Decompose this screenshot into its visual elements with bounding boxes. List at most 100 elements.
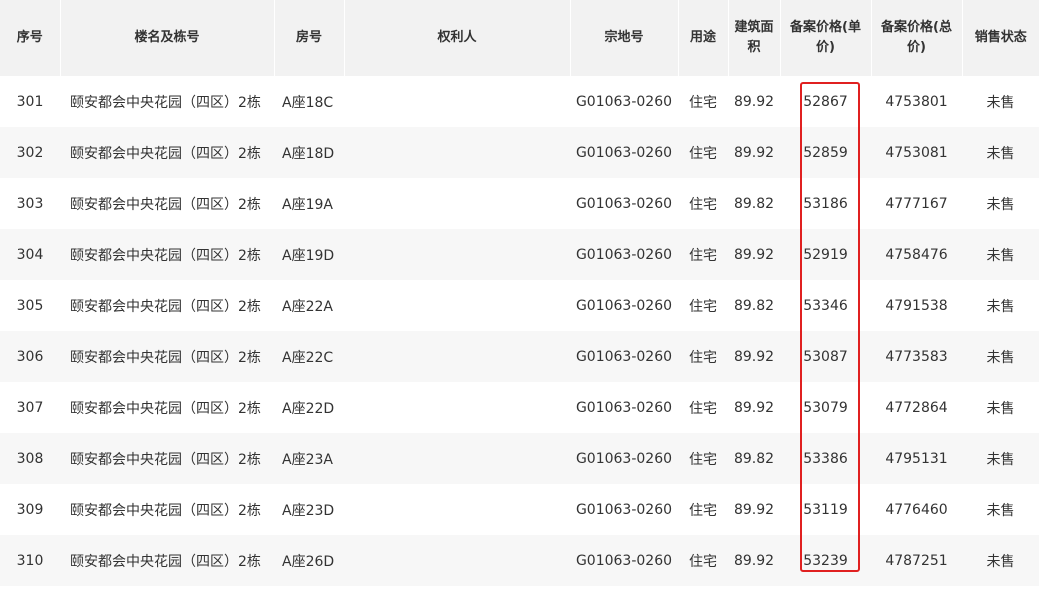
cell-total-price: 4773583 xyxy=(871,331,962,382)
cell-usage: 住宅 xyxy=(689,94,717,111)
cell-total-price: 4795131 xyxy=(871,433,962,484)
cell-area: 89.92 xyxy=(728,127,780,178)
cell-area: 89.92 xyxy=(733,93,775,110)
cell-building: 颐安都会中央花园（四区）2栋 xyxy=(60,331,274,382)
cell-area: 89.92 xyxy=(728,535,780,586)
cell-parcel: G01063-0260 xyxy=(575,399,673,416)
table-row: 304 颐安都会中央花园（四区）2栋 A座19D G01063-0260 住宅 89.92… xyxy=(0,229,1039,280)
cell-room: A座18D xyxy=(274,127,344,178)
cell-owner xyxy=(344,76,570,127)
cell-building: 颐安都会中央花园（四区）2栋 xyxy=(60,127,274,178)
cell-owner xyxy=(344,178,570,229)
cell-total-price: 4791538 xyxy=(885,297,948,314)
cell-owner xyxy=(344,229,570,280)
cell-owner xyxy=(344,280,570,331)
cell-area: 89.92 xyxy=(733,399,775,416)
cell-parcel: G01063-0260 xyxy=(570,331,678,382)
table-row: 308 颐安都会中央花园（四区）2栋 A座23A G01063-0260 住宅 89.82… xyxy=(0,433,1039,484)
header-area: 建筑面积 xyxy=(728,0,781,76)
cell-owner xyxy=(344,433,570,484)
cell-seq: 307 xyxy=(16,399,44,416)
cell-area: 89.82 xyxy=(733,297,775,314)
cell-usage: 住宅 xyxy=(689,400,717,417)
cell-building: 颐安都会中央花园（四区）2栋 xyxy=(70,298,261,315)
cell-seq: 303 xyxy=(16,195,44,212)
table-row: 301 颐安都会中央花园（四区）2栋 A座18C G01063-0260 住宅 89.92… xyxy=(0,76,1039,127)
cell-total-price: 4777167 xyxy=(885,195,948,212)
cell-unit-price: 52919 xyxy=(780,229,871,280)
cell-room: A座19A xyxy=(282,196,333,213)
cell-area: 89.92 xyxy=(733,501,775,518)
cell-room: A座23A xyxy=(274,433,344,484)
table-row: 310 颐安都会中央花园（四区）2栋 A座26D G01063-0260 住宅 89.92… xyxy=(0,535,1039,586)
table-row: 307 颐安都会中央花园（四区）2栋 A座22D G01063-0260 住宅 89.92… xyxy=(0,382,1039,433)
cell-total-price: 4776460 xyxy=(885,501,948,518)
cell-seq: 306 xyxy=(0,331,60,382)
table-row: 305 颐安都会中央花园（四区）2栋 A座22A G01063-0260 住宅 89.82… xyxy=(0,280,1039,331)
cell-owner xyxy=(344,484,570,535)
cell-seq: 310 xyxy=(0,535,60,586)
cell-usage: 住宅 xyxy=(678,331,728,382)
cell-building: 颐安都会中央花园（四区）2栋 xyxy=(60,535,274,586)
cell-seq: 308 xyxy=(0,433,60,484)
cell-parcel: G01063-0260 xyxy=(570,433,678,484)
cell-total-price: 4753801 xyxy=(885,93,948,110)
header-seq: 序号 xyxy=(0,0,61,76)
cell-parcel: G01063-0260 xyxy=(575,501,673,518)
cell-owner xyxy=(344,127,570,178)
cell-building: 颐安都会中央花园（四区）2栋 xyxy=(70,196,261,213)
table-row: 309 颐安都会中央花园（四区）2栋 A座23D G01063-0260 住宅 89.92… xyxy=(0,484,1039,535)
cell-unit-price: 52867 xyxy=(803,93,848,110)
cell-unit-price: 53386 xyxy=(780,433,871,484)
cell-usage: 住宅 xyxy=(689,298,717,315)
cell-seq: 302 xyxy=(0,127,60,178)
cell-usage: 住宅 xyxy=(678,433,728,484)
cell-seq: 301 xyxy=(16,93,44,110)
cell-parcel: G01063-0260 xyxy=(570,535,678,586)
cell-room: A座23D xyxy=(282,502,335,519)
cell-room: A座18C xyxy=(282,94,334,111)
cell-parcel: G01063-0260 xyxy=(575,297,673,314)
cell-unit-price: 53079 xyxy=(803,399,848,416)
cell-status: 未售 xyxy=(986,298,1015,315)
cell-usage: 住宅 xyxy=(689,502,717,519)
cell-total-price: 4758476 xyxy=(871,229,962,280)
cell-total-price: 4787251 xyxy=(871,535,962,586)
cell-unit-price: 52859 xyxy=(780,127,871,178)
cell-parcel: G01063-0260 xyxy=(575,195,673,212)
cell-building: 颐安都会中央花园（四区）2栋 xyxy=(60,229,274,280)
cell-total-price: 4772864 xyxy=(885,399,948,416)
cell-status: 未售 xyxy=(962,229,1039,280)
cell-usage: 住宅 xyxy=(678,127,728,178)
header-room: 房号 xyxy=(274,0,345,76)
header-parcel: 宗地号 xyxy=(570,0,679,76)
cell-parcel: G01063-0260 xyxy=(575,93,673,110)
cell-area: 89.92 xyxy=(728,331,780,382)
cell-parcel: G01063-0260 xyxy=(570,127,678,178)
header-total-price: 备案价格(总价) xyxy=(871,0,963,76)
cell-usage: 住宅 xyxy=(689,196,717,213)
cell-status: 未售 xyxy=(986,94,1015,111)
cell-seq: 304 xyxy=(0,229,60,280)
header-row: 序号 楼名及栋号 房号 权利人 宗地号 用途 建筑面积 备案价格(单价) 备案价… xyxy=(0,0,1039,76)
cell-status: 未售 xyxy=(962,433,1039,484)
table-body: 301 颐安都会中央花园（四区）2栋 A座18C G01063-0260 住宅 89.92… xyxy=(0,76,1039,586)
cell-status: 未售 xyxy=(962,331,1039,382)
table-row: 302 颐安都会中央花园（四区）2栋 A座18D G01063-0260 住宅 89.92… xyxy=(0,127,1039,178)
cell-unit-price: 53346 xyxy=(803,297,848,314)
cell-area: 89.82 xyxy=(733,195,775,212)
cell-room: A座26D xyxy=(274,535,344,586)
cell-building: 颐安都会中央花园（四区）2栋 xyxy=(60,433,274,484)
cell-seq: 309 xyxy=(16,501,44,518)
cell-parcel: G01063-0260 xyxy=(570,229,678,280)
header-unit-price: 备案价格(单价) xyxy=(780,0,872,76)
cell-unit-price: 53239 xyxy=(780,535,871,586)
cell-owner xyxy=(344,331,570,382)
header-status: 销售状态 xyxy=(962,0,1039,76)
cell-area: 89.82 xyxy=(728,433,780,484)
header-usage: 用途 xyxy=(678,0,729,76)
cell-unit-price: 53119 xyxy=(803,501,848,518)
cell-unit-price: 53087 xyxy=(780,331,871,382)
cell-status: 未售 xyxy=(962,535,1039,586)
records-table: 序号 楼名及栋号 房号 权利人 宗地号 用途 建筑面积 备案价格(单价) 备案价… xyxy=(0,0,1039,586)
